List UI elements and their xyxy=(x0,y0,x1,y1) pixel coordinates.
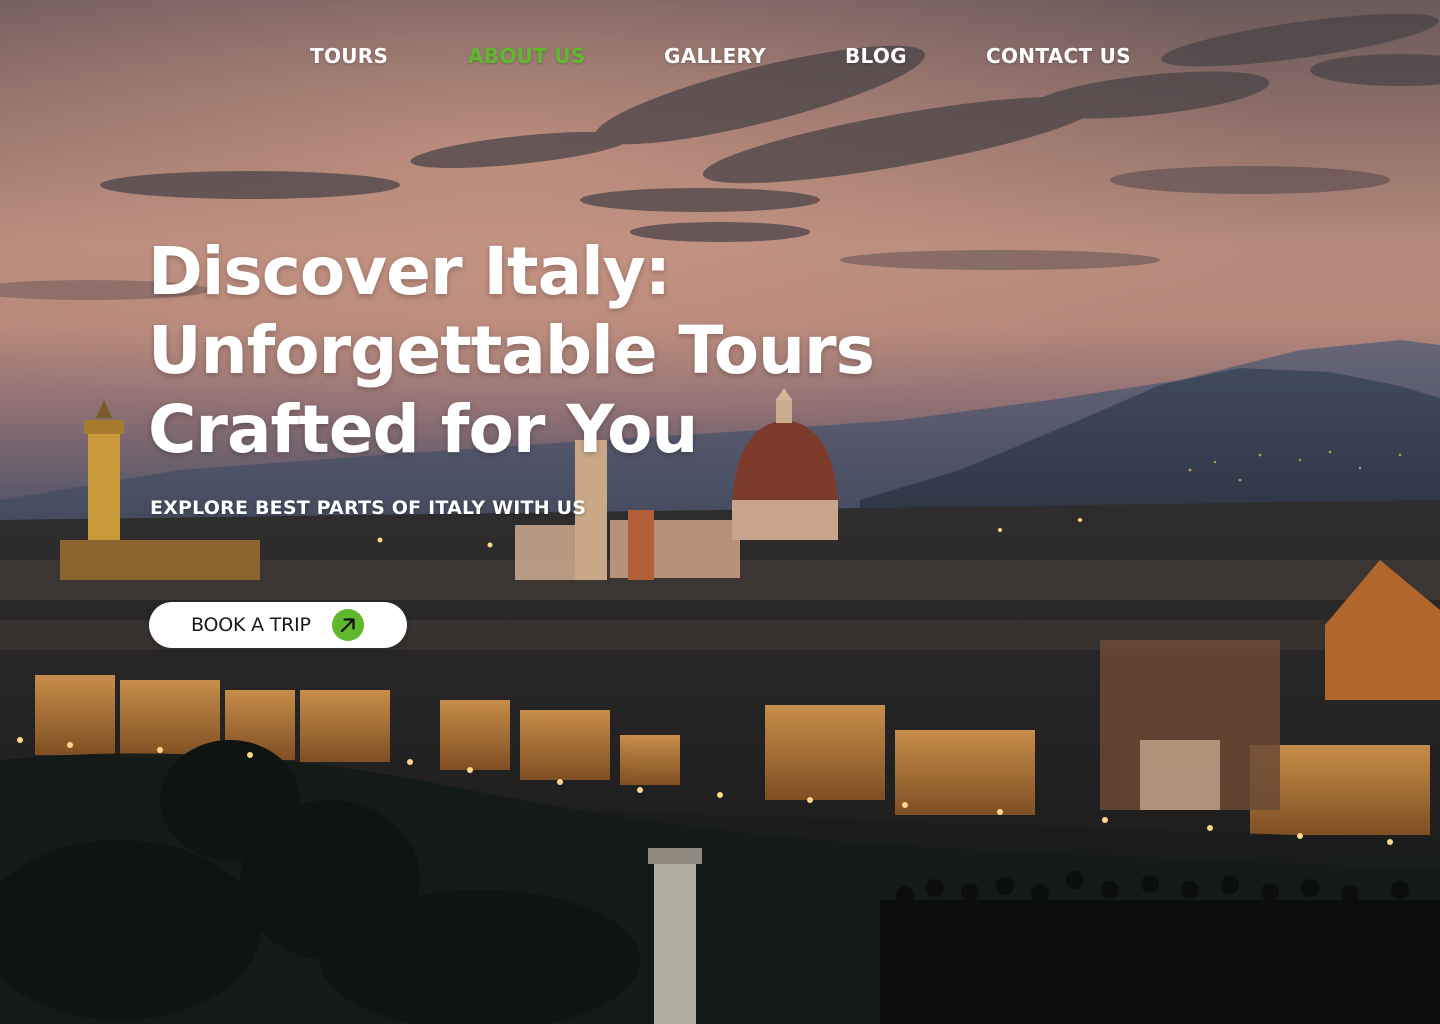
nav-link-gallery[interactable]: GALLERY xyxy=(664,44,766,68)
hero-title-line-2: Unforgettable Tours xyxy=(148,312,875,389)
hero-section: TOURS ABOUT US GALLERY BLOG CONTACT US D… xyxy=(0,0,1440,1024)
book-a-trip-button[interactable]: BOOK A TRIP xyxy=(149,602,407,648)
hero-title: Discover Italy: Unforgettable Tours Craf… xyxy=(148,232,968,469)
book-a-trip-label: BOOK A TRIP xyxy=(191,614,311,636)
nav-link-contact-us[interactable]: CONTACT US xyxy=(986,44,1131,68)
hero-subtitle: EXPLORE BEST PARTS OF ITALY WITH US xyxy=(150,497,587,519)
hero-title-line-3: Crafted for You xyxy=(148,391,698,468)
nav-link-about-us[interactable]: ABOUT US xyxy=(468,44,586,68)
nav-link-blog[interactable]: BLOG xyxy=(845,44,907,68)
nav-link-tours[interactable]: TOURS xyxy=(310,44,388,68)
hero-title-line-1: Discover Italy: xyxy=(148,233,671,310)
main-navigation: TOURS ABOUT US GALLERY BLOG CONTACT US xyxy=(0,44,1440,72)
arrow-up-right-icon xyxy=(332,609,364,641)
